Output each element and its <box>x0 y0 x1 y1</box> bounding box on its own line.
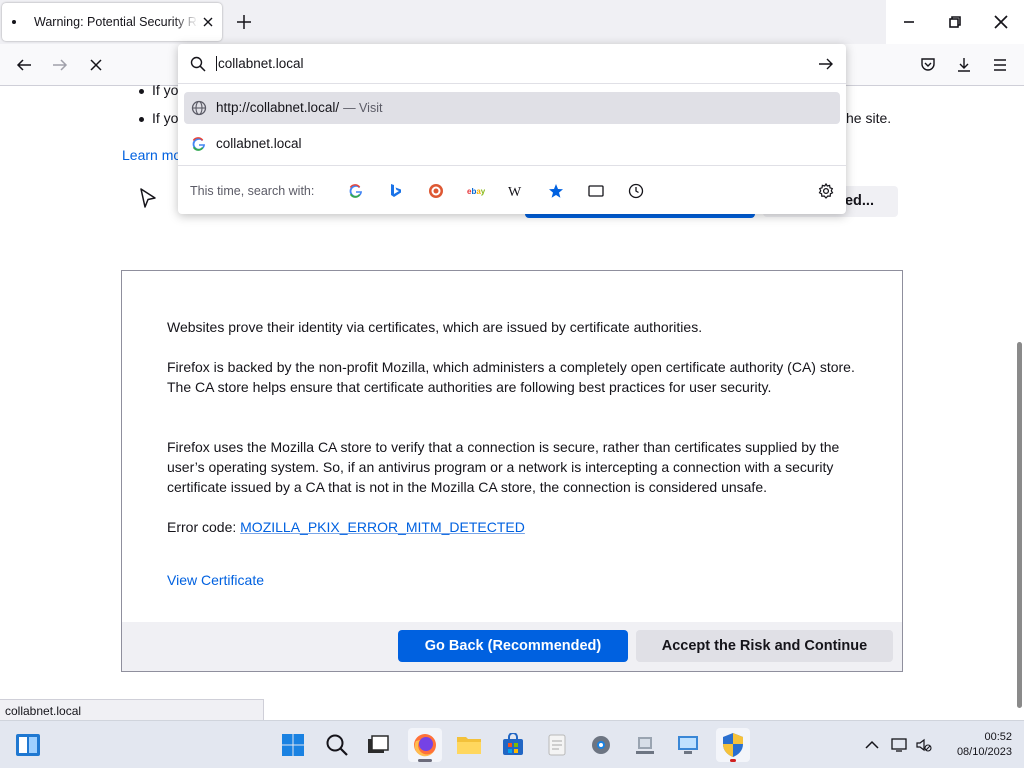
page-scrollbar[interactable] <box>1017 342 1022 708</box>
tab-close-icon[interactable] <box>200 14 216 30</box>
advanced-paragraph-2: Firefox is backed by the non-profit Mozi… <box>167 359 855 395</box>
list-bullet <box>139 89 144 94</box>
suggestion-action: — Visit <box>343 101 383 115</box>
tab-loading-icon <box>12 20 16 24</box>
view-certificate-link[interactable]: View Certificate <box>167 572 264 588</box>
search-engine-row: This time, search with: ebay W <box>178 165 846 214</box>
remote-desktop-icon[interactable] <box>671 728 705 762</box>
advanced-button-label: ed... <box>844 193 874 209</box>
status-url: collabnet.local <box>5 704 82 718</box>
svg-text:ebay: ebay <box>467 187 485 196</box>
pocket-icon[interactable] <box>917 54 939 76</box>
list-bullet <box>139 117 144 122</box>
firefox-taskbar-icon[interactable] <box>408 728 442 762</box>
network-pc-icon[interactable] <box>628 728 662 762</box>
bing-engine-icon[interactable] <box>387 182 405 200</box>
accept-risk-button[interactable]: Accept the Risk and Continue <box>636 630 893 662</box>
new-tab-icon[interactable] <box>234 12 254 32</box>
error-code-label: Error code: <box>167 519 241 535</box>
error-code-line: Error code: MOZILLA_PKIX_ERROR_MITM_DETE… <box>167 517 867 537</box>
active-app-indicator <box>418 759 432 762</box>
clock-time: 00:52 <box>984 731 1012 743</box>
google-engine-icon[interactable] <box>347 182 365 200</box>
suggestion-search-text: collabnet.local <box>216 136 302 151</box>
clock-date: 08/10/2023 <box>956 746 1012 758</box>
minimize-icon[interactable] <box>886 0 932 44</box>
file-explorer-icon[interactable] <box>452 728 486 762</box>
suggestion-visit[interactable]: http://collabnet.local/— Visit <box>184 92 840 124</box>
search-icon <box>190 56 206 72</box>
start-windows-icon[interactable] <box>276 728 310 762</box>
menu-hamburger-icon[interactable] <box>989 54 1011 76</box>
tabs-icon[interactable] <box>587 182 605 200</box>
go-arrow-icon[interactable] <box>818 56 834 72</box>
settings-gear-icon[interactable] <box>584 728 618 762</box>
system-clock[interactable]: 00:52 08/10/2023 <box>946 730 1012 760</box>
advanced-paragraph-1: Websites prove their identity via certif… <box>167 319 703 335</box>
url-input-row: collabnet.local <box>178 44 846 84</box>
volume-muted-icon[interactable] <box>914 735 934 755</box>
alert-indicator <box>730 759 736 762</box>
learn-more-link[interactable]: Learn mo <box>122 147 181 163</box>
google-icon <box>191 136 207 152</box>
url-input[interactable]: collabnet.local <box>216 56 304 71</box>
widgets-icon[interactable] <box>11 728 45 762</box>
task-view-icon[interactable] <box>361 728 395 762</box>
mouse-cursor-icon <box>138 187 158 209</box>
windows-taskbar: 00:52 08/10/2023 <box>0 720 1024 768</box>
advanced-button-bar: Go Back (Recommended) Accept the Risk an… <box>122 622 902 671</box>
bullet-text-2-tail: he site. <box>846 110 892 126</box>
search-with-label: This time, search with: <box>190 184 315 198</box>
error-code-link[interactable]: MOZILLA_PKIX_ERROR_MITM_DETECTED <box>240 519 525 535</box>
url-bar-dropdown: collabnet.local http://collabnet.local/—… <box>178 44 846 214</box>
forward-arrow-icon[interactable] <box>49 54 71 76</box>
advanced-paragraph-3: Firefox uses the Mozilla CA store to ver… <box>167 439 840 495</box>
duckduckgo-engine-icon[interactable] <box>427 182 445 200</box>
stop-loading-icon[interactable] <box>85 54 107 76</box>
tab-strip: Warning: Potential Security Risk Ahead <box>0 0 1024 44</box>
tab-title: Warning: Potential Security Risk Ahead <box>34 15 198 29</box>
suggestion-url: http://collabnet.local/ <box>216 100 340 115</box>
ebay-engine-icon[interactable]: ebay <box>467 182 485 200</box>
back-arrow-icon[interactable] <box>13 54 35 76</box>
advanced-info-panel: Websites prove their identity via certif… <box>121 270 903 672</box>
restore-icon[interactable] <box>932 0 978 44</box>
display-tray-icon[interactable] <box>890 735 910 755</box>
history-clock-icon[interactable] <box>627 182 645 200</box>
notepad-icon[interactable] <box>540 728 574 762</box>
chevron-up-icon[interactable] <box>862 735 882 755</box>
svg-text:W: W <box>508 185 522 198</box>
active-tab[interactable]: Warning: Potential Security Risk Ahead <box>2 3 222 41</box>
downloads-icon[interactable] <box>953 54 975 76</box>
bullet-text-2: If yo <box>152 110 179 126</box>
security-shield-icon[interactable] <box>716 728 750 762</box>
taskbar-search-icon[interactable] <box>320 728 354 762</box>
window-close-icon[interactable] <box>978 0 1024 44</box>
bookmarks-star-icon[interactable] <box>547 182 565 200</box>
bullet-text-1: If yo <box>152 82 179 98</box>
suggestion-search[interactable]: collabnet.local <box>184 128 840 160</box>
globe-icon <box>191 100 207 116</box>
store-icon[interactable] <box>496 728 530 762</box>
search-settings-gear-icon[interactable] <box>817 182 835 200</box>
wikipedia-engine-icon[interactable]: W <box>507 182 525 200</box>
status-panel: collabnet.local <box>0 699 264 720</box>
go-back-button[interactable]: Go Back (Recommended) <box>398 630 628 662</box>
